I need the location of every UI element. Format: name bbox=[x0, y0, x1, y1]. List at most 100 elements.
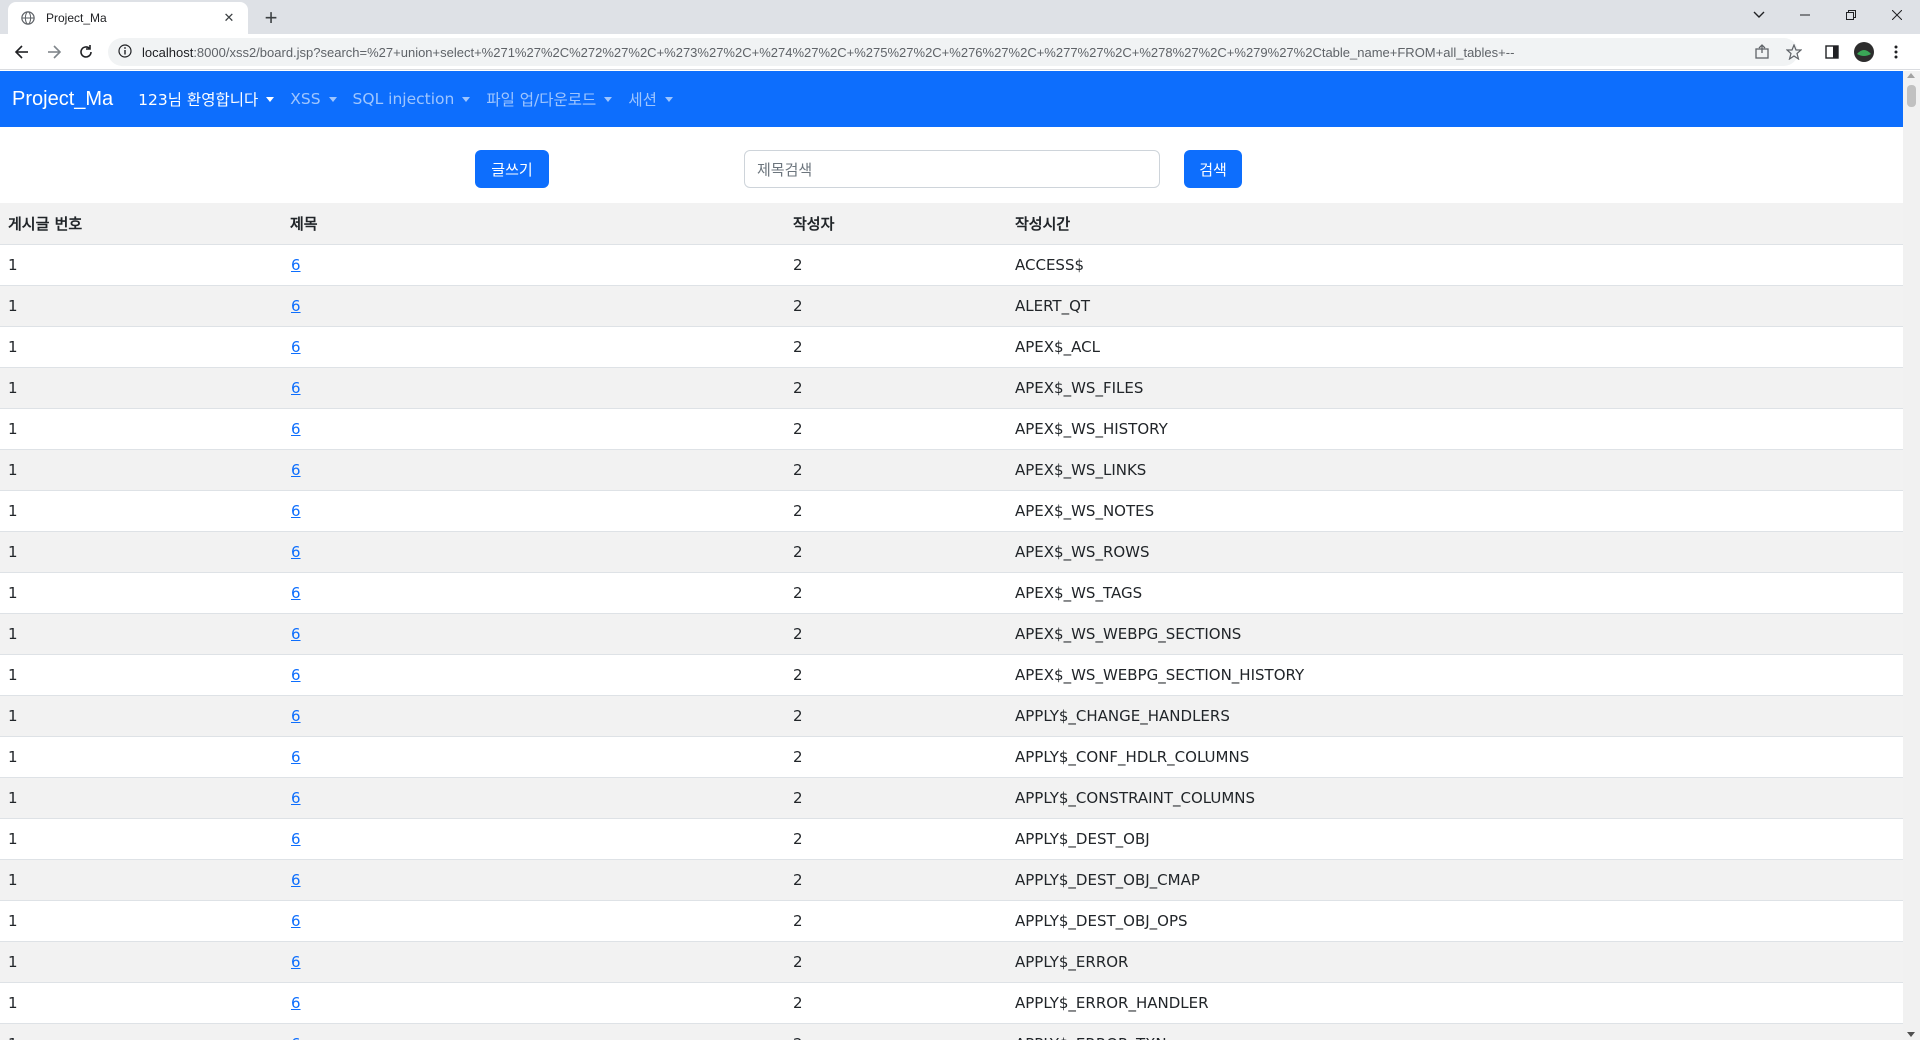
tab-title: Project_Ma bbox=[46, 11, 107, 25]
nav-welcome-dropdown[interactable]: 123님 환영합니다 bbox=[138, 88, 275, 110]
post-title-link[interactable]: 6 bbox=[290, 256, 301, 274]
back-icon[interactable] bbox=[8, 38, 36, 66]
restore-icon[interactable] bbox=[1828, 0, 1874, 30]
post-title-link[interactable]: 6 bbox=[290, 461, 301, 479]
post-title-link[interactable]: 6 bbox=[290, 625, 301, 643]
star-icon[interactable] bbox=[1782, 40, 1806, 64]
cell-author: 2 bbox=[785, 900, 1007, 942]
cell-author: 2 bbox=[785, 244, 1007, 286]
table-row: 1 6 2 APPLY$_ERROR bbox=[0, 941, 1903, 983]
scroll-down-icon[interactable] bbox=[1907, 1032, 1915, 1037]
post-title-link[interactable]: 6 bbox=[290, 502, 301, 520]
cell-post-number: 1 bbox=[0, 490, 282, 532]
browser-tab-bar: Project_Ma ✕ + bbox=[0, 0, 1920, 34]
cell-created-time: APEX$_WS_WEBPG_SECTIONS bbox=[1007, 613, 1903, 655]
address-bar[interactable]: localhost:8000/xss2/board.jsp?search=%27… bbox=[108, 38, 1798, 66]
table-row: 1 6 2 APEX$_WS_ROWS bbox=[0, 531, 1903, 573]
cell-title: 6 bbox=[282, 244, 785, 286]
cell-title: 6 bbox=[282, 736, 785, 778]
cell-created-time: APPLY$_ERROR_TXN bbox=[1007, 1023, 1903, 1040]
brand-link[interactable]: Project_Ma bbox=[12, 88, 113, 111]
nav-session-label: 세션 bbox=[628, 91, 657, 109]
table-row: 1 6 2 APPLY$_CONF_HDLR_COLUMNS bbox=[0, 736, 1903, 778]
nav-welcome-label: 123님 환영합니다 bbox=[138, 91, 259, 109]
cell-author: 2 bbox=[785, 941, 1007, 983]
table-header-row: 게시글 번호 제목 작성자 작성시간 bbox=[0, 203, 1903, 245]
cell-created-time: APPLY$_CONSTRAINT_COLUMNS bbox=[1007, 777, 1903, 819]
cell-created-time: APPLY$_ERROR bbox=[1007, 941, 1903, 983]
cell-title: 6 bbox=[282, 613, 785, 655]
browser-tab[interactable]: Project_Ma ✕ bbox=[8, 2, 248, 34]
post-title-link[interactable]: 6 bbox=[290, 912, 301, 930]
scrollbar-thumb[interactable] bbox=[1907, 85, 1916, 107]
close-icon[interactable]: ✕ bbox=[220, 9, 238, 27]
nav-sql-injection-dropdown[interactable]: SQL injection bbox=[353, 90, 471, 108]
minimize-icon[interactable] bbox=[1782, 0, 1828, 30]
cell-created-time: APPLY$_DEST_OBJ bbox=[1007, 818, 1903, 860]
cell-created-time: ACCESS$ bbox=[1007, 244, 1903, 286]
tab-search-icon[interactable] bbox=[1736, 0, 1782, 30]
cell-author: 2 bbox=[785, 654, 1007, 696]
share-icon[interactable] bbox=[1750, 40, 1774, 64]
post-title-link[interactable]: 6 bbox=[290, 748, 301, 766]
avatar[interactable] bbox=[1852, 40, 1876, 64]
table-row: 1 6 2 APPLY$_DEST_OBJ_OPS bbox=[0, 900, 1903, 942]
post-title-link[interactable]: 6 bbox=[290, 297, 301, 315]
browser-toolbar: localhost:8000/xss2/board.jsp?search=%27… bbox=[0, 34, 1920, 70]
header-post-number: 게시글 번호 bbox=[0, 203, 282, 245]
post-title-link[interactable]: 6 bbox=[290, 338, 301, 356]
post-title-link[interactable]: 6 bbox=[290, 871, 301, 889]
cell-post-number: 1 bbox=[0, 941, 282, 983]
cell-post-number: 1 bbox=[0, 900, 282, 942]
post-title-link[interactable]: 6 bbox=[290, 953, 301, 971]
close-window-icon[interactable] bbox=[1874, 0, 1920, 30]
write-button[interactable]: 글쓰기 bbox=[475, 150, 549, 188]
post-title-link[interactable]: 6 bbox=[290, 379, 301, 397]
post-title-link[interactable]: 6 bbox=[290, 420, 301, 438]
page-scrollbar[interactable] bbox=[1903, 71, 1920, 1040]
side-panel-icon[interactable] bbox=[1820, 40, 1844, 64]
caret-down-icon bbox=[328, 96, 337, 102]
cell-post-number: 1 bbox=[0, 736, 282, 778]
post-title-link[interactable]: 6 bbox=[290, 666, 301, 684]
cell-post-number: 1 bbox=[0, 613, 282, 655]
post-title-link[interactable]: 6 bbox=[290, 1035, 301, 1040]
info-icon[interactable] bbox=[118, 43, 132, 62]
forward-icon[interactable] bbox=[40, 38, 68, 66]
header-created-time: 작성시간 bbox=[1007, 203, 1903, 245]
cell-author: 2 bbox=[785, 408, 1007, 450]
cell-author: 2 bbox=[785, 490, 1007, 532]
cell-title: 6 bbox=[282, 408, 785, 450]
new-tab-button[interactable]: + bbox=[258, 5, 284, 31]
post-title-link[interactable]: 6 bbox=[290, 543, 301, 561]
cell-author: 2 bbox=[785, 695, 1007, 737]
scroll-up-icon[interactable] bbox=[1907, 73, 1915, 78]
post-title-link[interactable]: 6 bbox=[290, 830, 301, 848]
cell-author: 2 bbox=[785, 572, 1007, 614]
cell-post-number: 1 bbox=[0, 859, 282, 901]
search-placeholder: 제목검색 bbox=[757, 160, 813, 179]
more-menu-icon[interactable] bbox=[1884, 40, 1908, 64]
cell-created-time: APEX$_WS_WEBPG_SECTION_HISTORY bbox=[1007, 654, 1903, 696]
reload-icon[interactable] bbox=[72, 38, 100, 66]
post-title-link[interactable]: 6 bbox=[290, 584, 301, 602]
cell-author: 2 bbox=[785, 1023, 1007, 1040]
search-button[interactable]: 검색 bbox=[1184, 150, 1242, 188]
cell-created-time: APPLY$_ERROR_HANDLER bbox=[1007, 982, 1903, 1024]
table-body: 1 6 2 ACCESS$ 1 6 2 ALERT_QT 1 6 2 APEX$_ACL 1 6 2 APEX… bbox=[0, 244, 1903, 1040]
table-row: 1 6 2 APPLY$_DEST_OBJ_CMAP bbox=[0, 859, 1903, 901]
post-title-link[interactable]: 6 bbox=[290, 789, 301, 807]
cell-post-number: 1 bbox=[0, 818, 282, 860]
cell-title: 6 bbox=[282, 1023, 785, 1040]
nav-file-updown-dropdown[interactable]: 파일 업/다운로드 bbox=[486, 88, 613, 110]
cell-title: 6 bbox=[282, 900, 785, 942]
nav-session-dropdown[interactable]: 세션 bbox=[628, 88, 673, 110]
nav-xss-dropdown[interactable]: XSS bbox=[290, 90, 337, 108]
caret-down-icon bbox=[462, 96, 471, 102]
cell-created-time: APEX$_WS_HISTORY bbox=[1007, 408, 1903, 450]
post-title-link[interactable]: 6 bbox=[290, 707, 301, 725]
table-row: 1 6 2 APEX$_ACL bbox=[0, 326, 1903, 368]
cell-author: 2 bbox=[785, 736, 1007, 778]
post-title-link[interactable]: 6 bbox=[290, 994, 301, 1012]
search-input[interactable]: 제목검색 bbox=[744, 150, 1160, 188]
